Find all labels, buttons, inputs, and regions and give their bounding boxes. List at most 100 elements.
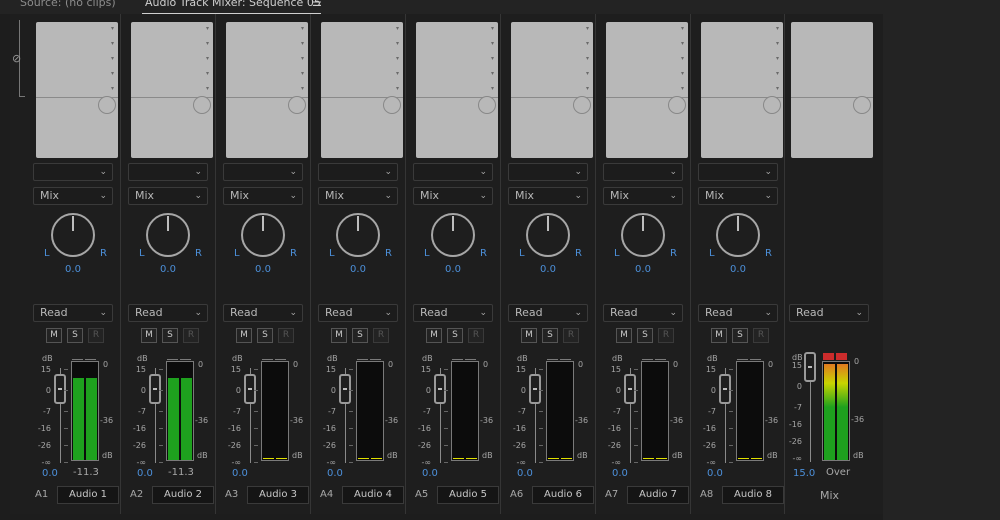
mute-button[interactable]: M — [616, 328, 632, 343]
record-button[interactable]: R — [373, 328, 389, 343]
track-name-field[interactable]: Audio 4 — [342, 486, 404, 504]
send-indicator[interactable] — [573, 96, 591, 114]
pan-knob[interactable] — [336, 213, 380, 257]
send-indicator[interactable] — [853, 96, 871, 114]
solo-button[interactable]: S — [67, 328, 83, 343]
pan-knob[interactable] — [146, 213, 190, 257]
track-name-field[interactable]: Audio 2 — [152, 486, 214, 504]
effect-slot-arrow-icon[interactable]: ▾ — [111, 86, 114, 92]
effect-slot-arrow-icon[interactable]: ▾ — [301, 26, 304, 32]
clip-indicator-left[interactable] — [823, 353, 834, 360]
volume-value[interactable]: 0.0 — [612, 468, 628, 479]
effect-slot-arrow-icon[interactable]: ▾ — [681, 41, 684, 47]
effect-slot-arrow-icon[interactable]: ▾ — [396, 56, 399, 62]
effect-slot-arrow-icon[interactable]: ▾ — [301, 71, 304, 77]
effect-slot-arrow-icon[interactable]: ▾ — [491, 71, 494, 77]
effects-dropdown[interactable]: ⌄ — [508, 163, 588, 181]
solo-button[interactable]: S — [352, 328, 368, 343]
track-name-field[interactable]: Audio 5 — [437, 486, 499, 504]
effect-slot-arrow-icon[interactable]: ▾ — [776, 86, 779, 92]
effect-slot-arrow-icon[interactable]: ▾ — [681, 86, 684, 92]
volume-value[interactable]: 0.0 — [422, 468, 438, 479]
master-volume-fader[interactable] — [804, 352, 816, 382]
pan-value[interactable]: 0.0 — [53, 264, 93, 275]
effect-slot-arrow-icon[interactable]: ▾ — [491, 41, 494, 47]
effect-slot-arrow-icon[interactable]: ▾ — [776, 41, 779, 47]
automation-mode-dropdown[interactable]: Read ⌄ — [508, 304, 588, 322]
automation-mode-dropdown[interactable]: Read ⌄ — [318, 304, 398, 322]
output-dropdown[interactable]: Mix ⌄ — [413, 187, 493, 205]
send-indicator[interactable] — [98, 96, 116, 114]
volume-value[interactable]: 0.0 — [707, 468, 723, 479]
effect-slot-arrow-icon[interactable]: ▾ — [586, 56, 589, 62]
effects-panel[interactable]: ▾▾▾▾▾▾ — [701, 22, 783, 158]
send-indicator[interactable] — [193, 96, 211, 114]
master-automation-dropdown[interactable]: Read ⌄ — [789, 304, 869, 322]
pan-value[interactable]: 0.0 — [718, 264, 758, 275]
pan-value[interactable]: 0.0 — [148, 264, 188, 275]
volume-fader[interactable] — [149, 374, 161, 404]
mute-button[interactable]: M — [711, 328, 727, 343]
effects-panel[interactable]: ▾▾▾▾▾▾ — [36, 22, 118, 158]
mute-button[interactable]: M — [521, 328, 537, 343]
effect-slot-arrow-icon[interactable]: ▾ — [491, 86, 494, 92]
automation-mode-dropdown[interactable]: Read ⌄ — [33, 304, 113, 322]
effect-slot-arrow-icon[interactable]: ▾ — [776, 56, 779, 62]
effect-slot-arrow-icon[interactable]: ▾ — [681, 71, 684, 77]
effects-panel[interactable]: ▾▾▾▾▾▾ — [226, 22, 308, 158]
solo-button[interactable]: S — [447, 328, 463, 343]
master-volume-value[interactable]: 15.0 — [793, 468, 815, 479]
solo-button[interactable]: S — [162, 328, 178, 343]
solo-button[interactable]: S — [637, 328, 653, 343]
send-indicator[interactable] — [383, 96, 401, 114]
effect-slot-arrow-icon[interactable]: ▾ — [111, 56, 114, 62]
volume-fader[interactable] — [719, 374, 731, 404]
effect-slot-arrow-icon[interactable]: ▾ — [206, 71, 209, 77]
pan-knob[interactable] — [241, 213, 285, 257]
track-name-field[interactable]: Audio 7 — [627, 486, 689, 504]
volume-fader[interactable] — [244, 374, 256, 404]
effect-slot-arrow-icon[interactable]: ▾ — [206, 41, 209, 47]
pan-value[interactable]: 0.0 — [623, 264, 663, 275]
effect-slot-arrow-icon[interactable]: ▾ — [396, 71, 399, 77]
output-dropdown[interactable]: Mix ⌄ — [33, 187, 113, 205]
effects-dropdown[interactable]: ⌄ — [698, 163, 778, 181]
effects-dropdown[interactable]: ⌄ — [413, 163, 493, 181]
effects-panel[interactable]: ▾▾▾▾▾▾ — [606, 22, 688, 158]
effects-panel[interactable]: ▾▾▾▾▾▾ — [511, 22, 593, 158]
track-name-field[interactable]: Audio 3 — [247, 486, 309, 504]
automation-mode-dropdown[interactable]: Read ⌄ — [223, 304, 303, 322]
solo-button[interactable]: S — [542, 328, 558, 343]
effect-slot-arrow-icon[interactable]: ▾ — [111, 41, 114, 47]
send-indicator[interactable] — [668, 96, 686, 114]
volume-fader[interactable] — [339, 374, 351, 404]
pan-value[interactable]: 0.0 — [338, 264, 378, 275]
effects-dropdown[interactable]: ⌄ — [603, 163, 683, 181]
record-button[interactable]: R — [183, 328, 199, 343]
effect-slot-arrow-icon[interactable]: ▾ — [776, 71, 779, 77]
effect-slot-arrow-icon[interactable]: ▾ — [301, 41, 304, 47]
effect-slot-arrow-icon[interactable]: ▾ — [586, 86, 589, 92]
show-hide-effects-icon[interactable]: ⊘ — [12, 52, 24, 66]
effect-slot-arrow-icon[interactable]: ▾ — [491, 26, 494, 32]
automation-mode-dropdown[interactable]: Read ⌄ — [603, 304, 683, 322]
mute-button[interactable]: M — [46, 328, 62, 343]
output-dropdown[interactable]: Mix ⌄ — [508, 187, 588, 205]
record-button[interactable]: R — [468, 328, 484, 343]
effects-dropdown[interactable]: ⌄ — [318, 163, 398, 181]
effects-dropdown[interactable]: ⌄ — [128, 163, 208, 181]
tab-source-monitor[interactable]: Source: (no clips) — [20, 0, 116, 9]
volume-fader[interactable] — [434, 374, 446, 404]
effect-slot-arrow-icon[interactable]: ▾ — [111, 71, 114, 77]
volume-value[interactable]: 0.0 — [517, 468, 533, 479]
mute-button[interactable]: M — [141, 328, 157, 343]
effect-slot-arrow-icon[interactable]: ▾ — [206, 86, 209, 92]
track-name-field[interactable]: Audio 6 — [532, 486, 594, 504]
volume-value[interactable]: 0.0 — [42, 468, 58, 479]
solo-button[interactable]: S — [257, 328, 273, 343]
effects-dropdown[interactable]: ⌄ — [223, 163, 303, 181]
send-indicator[interactable] — [478, 96, 496, 114]
pan-knob[interactable] — [716, 213, 760, 257]
effect-slot-arrow-icon[interactable]: ▾ — [206, 56, 209, 62]
output-dropdown[interactable]: Mix ⌄ — [603, 187, 683, 205]
